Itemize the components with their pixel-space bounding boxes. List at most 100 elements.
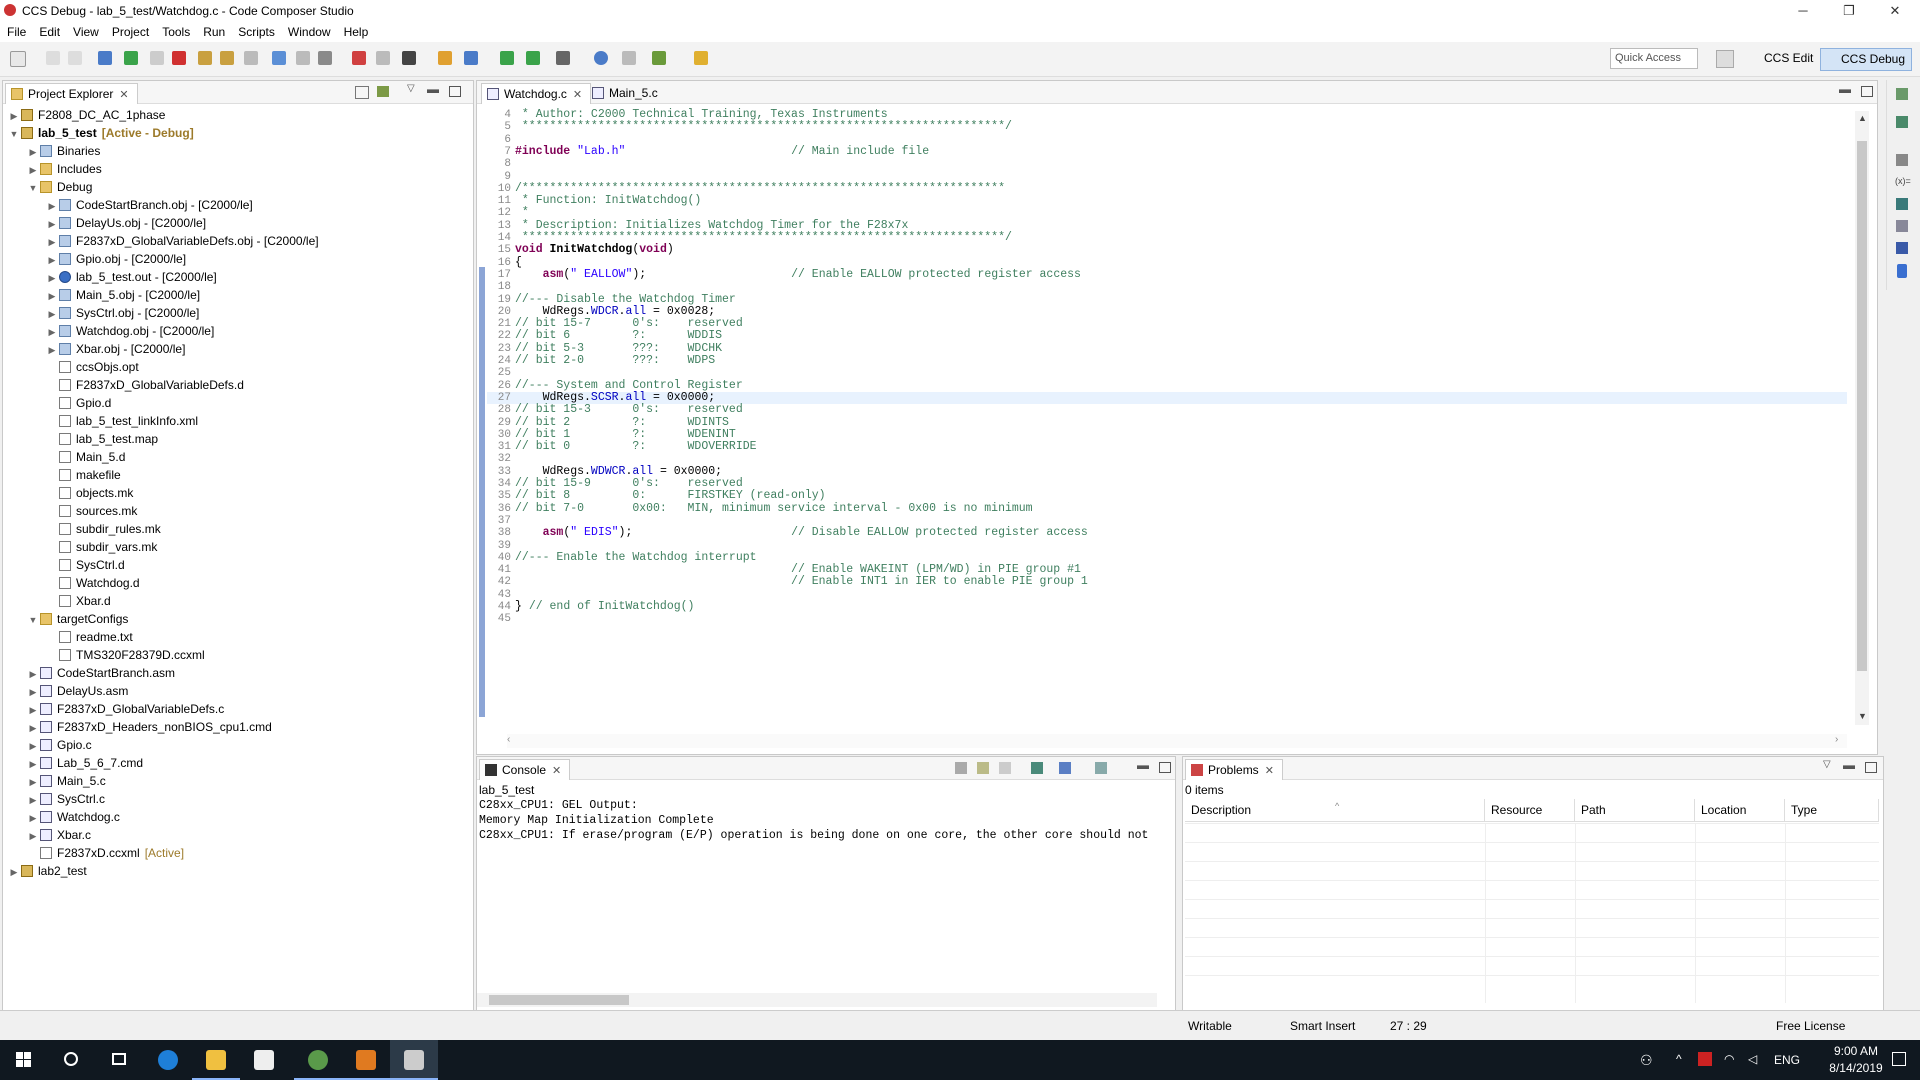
- clear-console-icon[interactable]: [955, 762, 967, 774]
- code-line[interactable]: 45: [487, 613, 1847, 625]
- new-icon[interactable]: [10, 51, 26, 67]
- menu-window[interactable]: Window: [281, 22, 337, 39]
- collapsed-arrow-icon[interactable]: ▶: [26, 161, 40, 179]
- expanded-arrow-icon[interactable]: ▼: [26, 611, 40, 629]
- collapsed-arrow-icon[interactable]: ▶: [45, 323, 59, 341]
- code-line[interactable]: 14 *************************************…: [487, 231, 1847, 244]
- code-line[interactable]: 19//--- Disable the Watchdog Timer: [487, 293, 1847, 306]
- col-location[interactable]: Location: [1695, 799, 1785, 821]
- collapsed-arrow-icon[interactable]: ▶: [26, 701, 40, 719]
- collapsed-arrow-icon[interactable]: ▶: [45, 269, 59, 287]
- tree-item[interactable]: lab_5_test.map: [45, 430, 158, 448]
- menu-run[interactable]: Run: [196, 22, 231, 39]
- tree-item[interactable]: Main_5.d: [45, 448, 125, 466]
- word-wrap-icon[interactable]: [999, 762, 1011, 774]
- collapsed-arrow-icon[interactable]: ▶: [26, 755, 40, 773]
- reset-icon[interactable]: [376, 51, 390, 65]
- close-button[interactable]: ✕: [1872, 0, 1918, 22]
- menu-tools[interactable]: Tools: [155, 22, 196, 39]
- menu-file[interactable]: File: [0, 22, 32, 39]
- start-button[interactable]: [0, 1040, 48, 1080]
- app-taskbar-button[interactable]: [294, 1040, 342, 1080]
- tree-item[interactable]: makefile: [45, 466, 121, 484]
- scroll-up-icon[interactable]: ▲: [1858, 113, 1867, 123]
- code-line[interactable]: 44} // end of InitWatchdog(): [487, 600, 1847, 613]
- tree-item[interactable]: Watchdog.d: [45, 574, 140, 592]
- memory-icon[interactable]: [272, 51, 286, 65]
- code-line[interactable]: 24 // bit 2-0 ???: WDPS: [487, 354, 1847, 367]
- language-indicator[interactable]: ENG: [1774, 1053, 1800, 1067]
- tree-item[interactable]: ▼ targetConfigs: [26, 610, 129, 629]
- breakpoints-view-icon[interactable]: [1896, 154, 1908, 166]
- collapsed-arrow-icon[interactable]: ▶: [26, 773, 40, 791]
- tree-item[interactable]: ▶ Xbar.c: [26, 826, 92, 844]
- col-path[interactable]: Path: [1575, 799, 1695, 821]
- tree-item[interactable]: ccsObjs.opt: [45, 358, 139, 376]
- tree-item[interactable]: ▶ Main_5.obj - [C2000/le]: [45, 286, 201, 305]
- tree-item[interactable]: ▶ CodeStartBranch.obj - [C2000/le]: [45, 196, 253, 214]
- search-taskbar-button[interactable]: [48, 1040, 96, 1080]
- code-line[interactable]: 32: [487, 453, 1847, 465]
- modules-view-icon[interactable]: [1897, 264, 1907, 278]
- store-taskbar-button[interactable]: [240, 1040, 288, 1080]
- load-program-icon[interactable]: [318, 51, 332, 65]
- tab-project-explorer[interactable]: Project Explorer ✕: [5, 83, 138, 104]
- code-line[interactable]: 15 void InitWatchdog(void): [487, 243, 1847, 256]
- save-icon[interactable]: [46, 51, 60, 65]
- display-console-icon[interactable]: [1059, 762, 1071, 774]
- connect-icon[interactable]: [296, 51, 310, 65]
- tree-item[interactable]: ▶ SysCtrl.c: [26, 790, 105, 808]
- tree-item[interactable]: readme.txt: [45, 628, 133, 646]
- close-tab-icon[interactable]: ✕: [119, 89, 128, 101]
- tree-item[interactable]: TMS320F28379D.ccxml: [45, 646, 205, 664]
- collapsed-arrow-icon[interactable]: ▶: [45, 287, 59, 305]
- tree-item[interactable]: subdir_rules.mk: [45, 520, 161, 538]
- maximize-problems-icon[interactable]: [1865, 762, 1877, 773]
- notifications-icon[interactable]: [1892, 1052, 1906, 1066]
- collapsed-arrow-icon[interactable]: ▶: [26, 719, 40, 737]
- minimize-editor-icon[interactable]: ▬: [1839, 82, 1851, 96]
- tree-item[interactable]: ▶ Xbar.obj - [C2000/le]: [45, 340, 186, 358]
- minimize-button[interactable]: ─: [1780, 0, 1826, 22]
- tree-item[interactable]: ▶ Watchdog.obj - [C2000/le]: [45, 322, 215, 341]
- minimize-problems-icon[interactable]: ▬: [1843, 758, 1855, 772]
- collapsed-arrow-icon[interactable]: ▶: [7, 107, 21, 125]
- tree-item[interactable]: F2837xD.ccxml [Active]: [26, 844, 184, 862]
- code-line[interactable]: 5 **************************************…: [487, 121, 1847, 134]
- tree-item[interactable]: ▶ Binaries: [26, 142, 101, 160]
- code-line[interactable]: 31 // bit 0 ?: WDOVERRIDE: [487, 440, 1847, 453]
- close-tab-icon[interactable]: ✕: [552, 765, 561, 777]
- tree-item[interactable]: F2837xD_GlobalVariableDefs.d: [45, 376, 244, 394]
- scroll-left-icon[interactable]: ‹: [507, 734, 510, 745]
- code-area[interactable]: 4 * Author: C2000 Technical Training, Te…: [487, 105, 1847, 725]
- minimize-view-icon[interactable]: ▬: [427, 82, 439, 96]
- step-into-icon[interactable]: [198, 51, 212, 65]
- tree-item[interactable]: ▶ Main_5.c: [26, 772, 106, 790]
- step-return-icon[interactable]: [244, 51, 258, 65]
- registers-view-icon[interactable]: [1896, 88, 1908, 100]
- tree-item[interactable]: ▶ DelayUs.asm: [26, 682, 129, 700]
- search-icon[interactable]: [594, 51, 608, 65]
- collapsed-arrow-icon[interactable]: ▶: [26, 809, 40, 827]
- step-asm-icon[interactable]: [500, 51, 514, 65]
- tab-main-5-c[interactable]: Main_5.c: [587, 83, 666, 103]
- tree-item[interactable]: ▶ Includes: [26, 160, 102, 178]
- tree-item[interactable]: subdir_vars.mk: [45, 538, 157, 556]
- collapsed-arrow-icon[interactable]: ▶: [7, 863, 21, 881]
- view-menu-icon[interactable]: ▽: [407, 83, 415, 94]
- perspective-ccs-edit[interactable]: CCS Edit: [1744, 48, 1819, 69]
- perspective-ccs-debug[interactable]: CCS Debug: [1820, 48, 1913, 71]
- collapsed-arrow-icon[interactable]: ▶: [45, 233, 59, 251]
- disassembly-view-icon[interactable]: [1896, 242, 1908, 254]
- clock-time[interactable]: 9:00 AM: [1826, 1044, 1886, 1058]
- terminate-icon[interactable]: [172, 51, 186, 65]
- col-type[interactable]: Type: [1785, 799, 1879, 821]
- code-line[interactable]: 7 #include "Lab.h" // Main include file: [487, 145, 1847, 158]
- quick-access-input[interactable]: Quick Access: [1610, 48, 1698, 69]
- antivirus-icon[interactable]: [1698, 1052, 1712, 1066]
- minimize-console-icon[interactable]: ▬: [1137, 758, 1149, 772]
- annotation-icon[interactable]: [694, 51, 708, 65]
- code-line[interactable]: 38 asm(" EDIS"); // Disable EALLOW prote…: [487, 526, 1847, 539]
- close-tab-icon[interactable]: ✕: [1265, 765, 1274, 777]
- suspend-icon[interactable]: [150, 51, 164, 65]
